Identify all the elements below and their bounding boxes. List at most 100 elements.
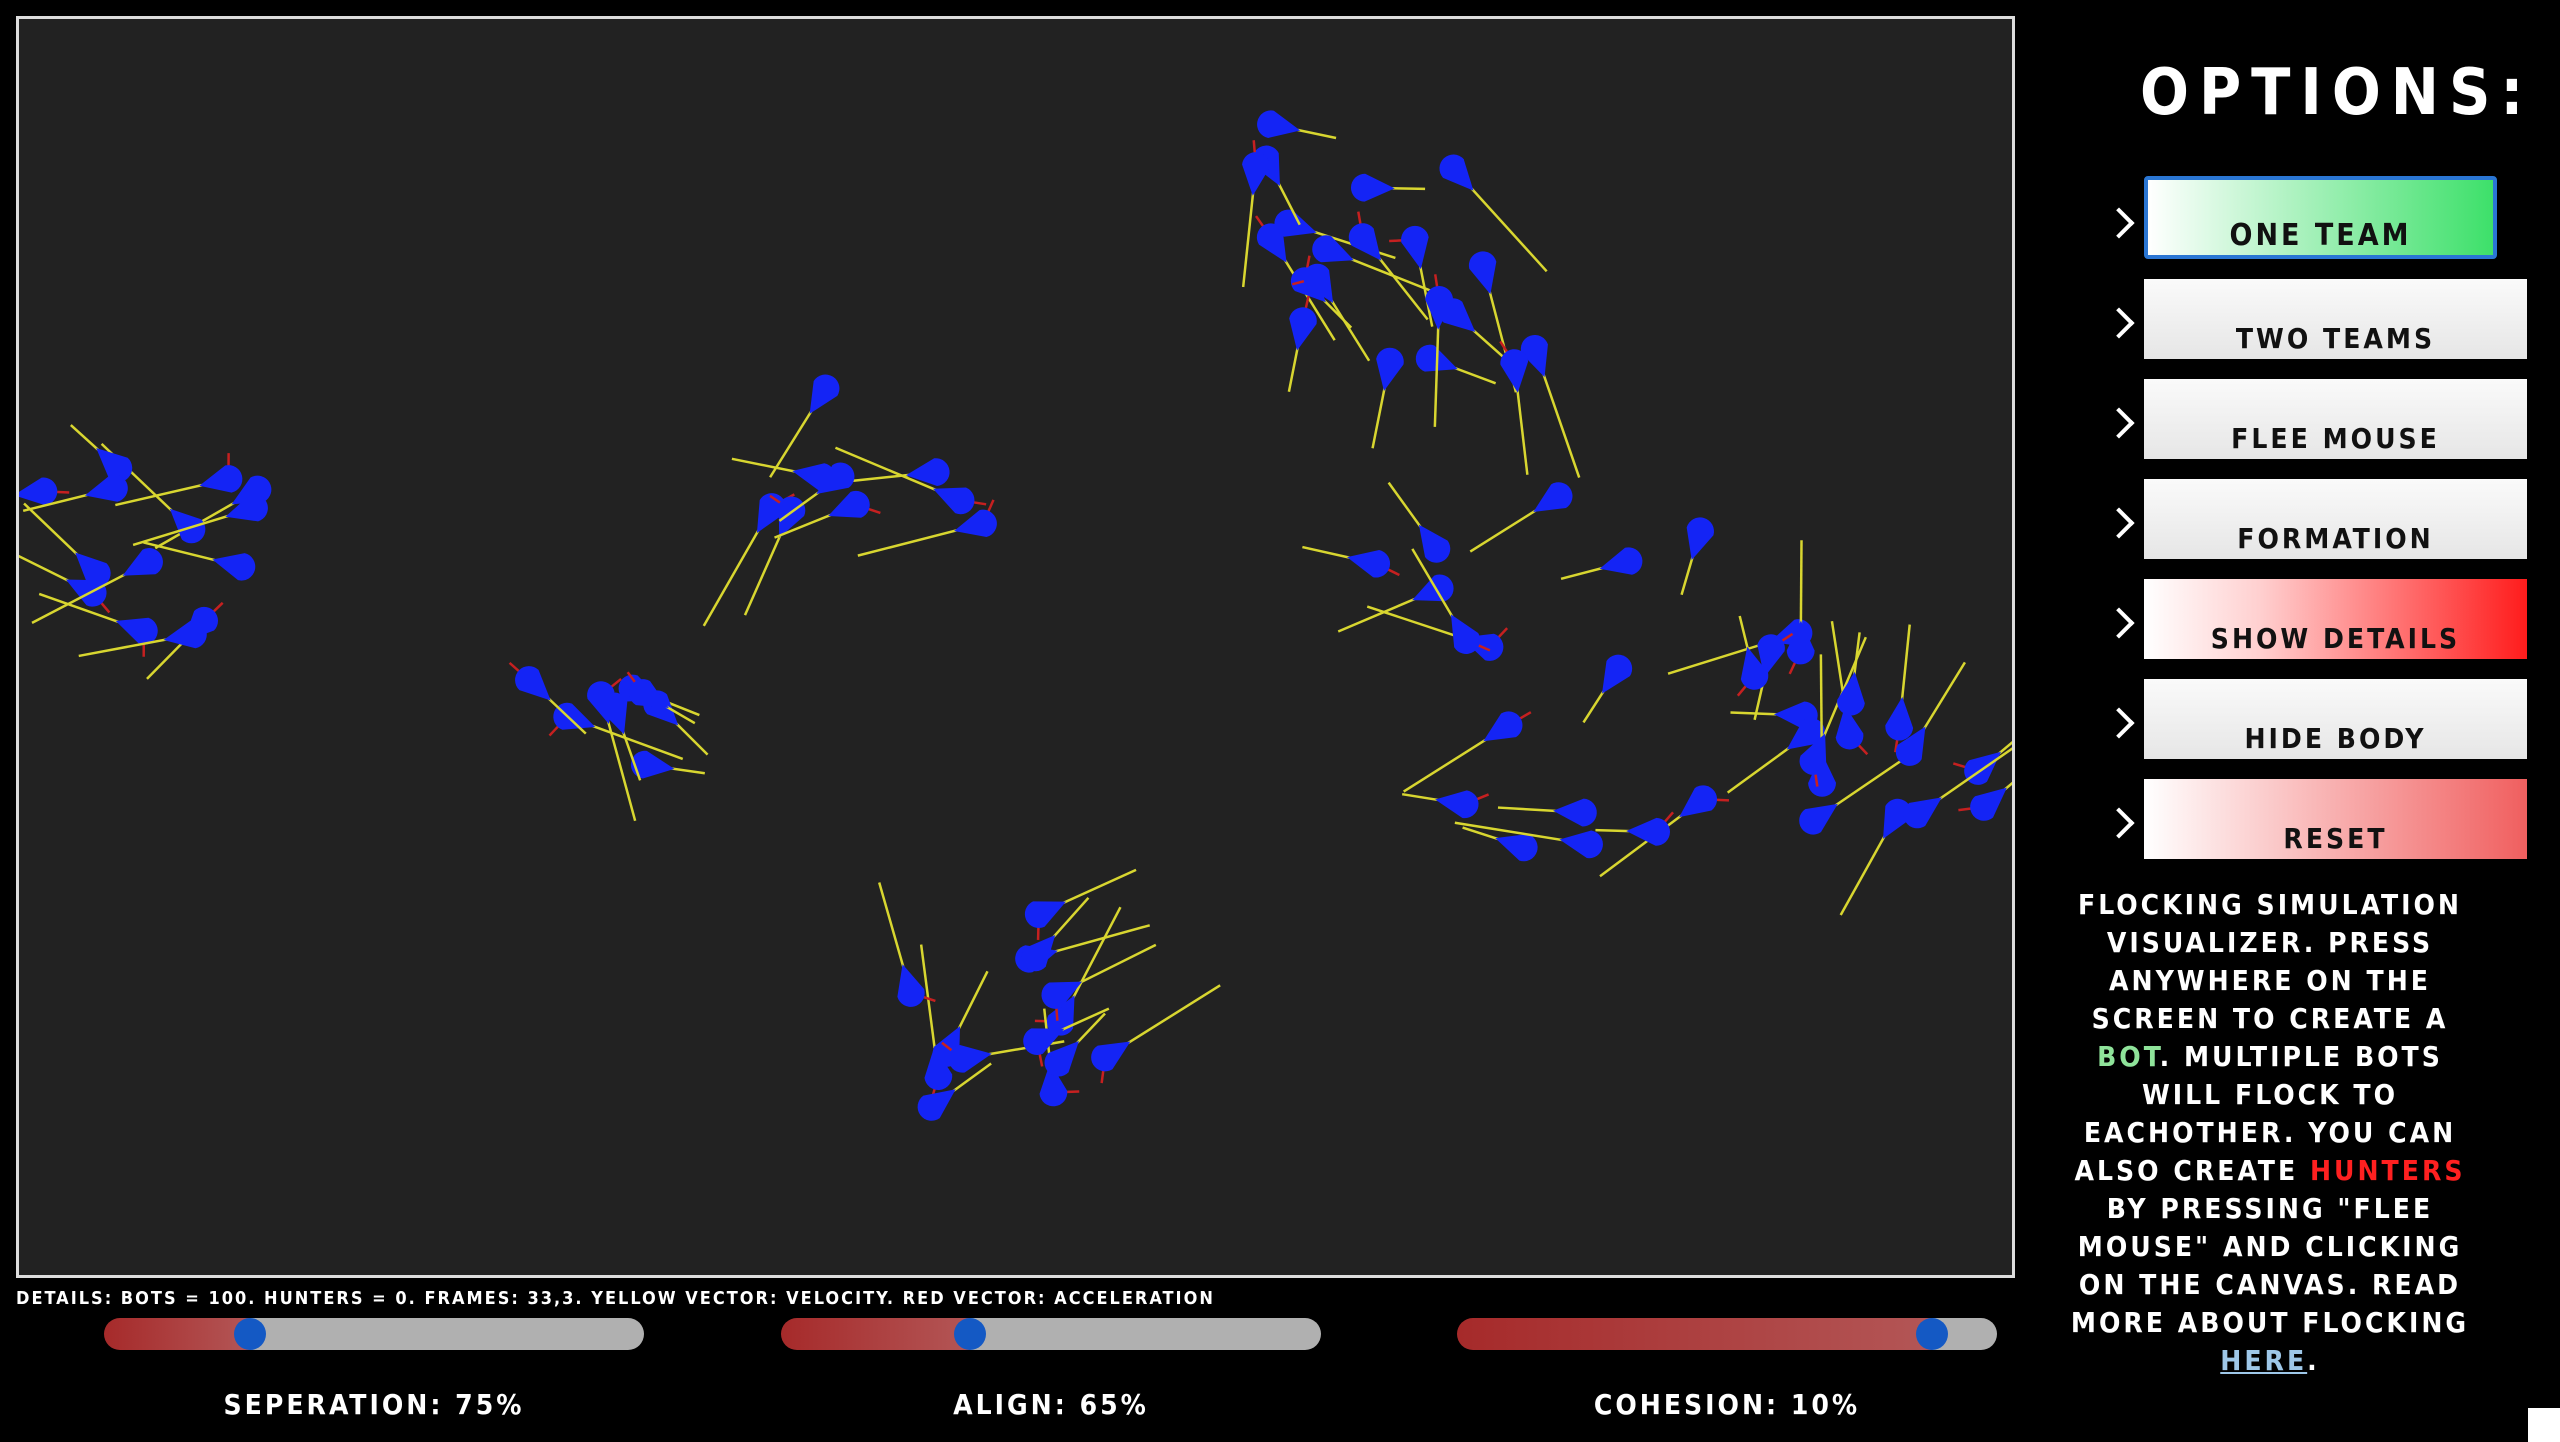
bot [1387, 481, 1451, 563]
bot-body [199, 465, 243, 493]
corner-block [2528, 1408, 2560, 1442]
bot-body [1970, 787, 2007, 821]
bot [115, 453, 243, 507]
bot [769, 374, 840, 478]
bot-body [1257, 110, 1301, 138]
seperation-slider[interactable] [104, 1318, 644, 1350]
two-teams-label: TWO TEAMS [2235, 322, 2436, 355]
bot-body [212, 553, 256, 581]
description-text: FLOCKING SIMULATION VISUALIZER. PRESS AN… [2070, 888, 2470, 1377]
show-details-button[interactable]: SHOW DETAILS [2144, 579, 2527, 659]
align-label: ALIGN: 65% [953, 1388, 1149, 1421]
bot-body [1599, 547, 1643, 575]
bot-highlight: BOT [2097, 1040, 2160, 1073]
cohesion-label: COHESION: 10% [1593, 1388, 1861, 1421]
bot [1337, 574, 1454, 633]
bot [1302, 545, 1400, 578]
two-teams-button[interactable]: TWO TEAMS [2144, 279, 2527, 359]
bot-body [1799, 803, 1838, 835]
hunters-highlight: HUNTERS [2309, 1154, 2466, 1187]
bot-body [1553, 798, 1597, 827]
bot [1469, 482, 1573, 553]
options-title: OPTIONS: [2140, 56, 2534, 130]
bot-body [905, 458, 950, 487]
align-slider[interactable] [781, 1318, 1321, 1350]
bot-body [1885, 696, 1914, 741]
bot [1371, 347, 1404, 449]
flee-mouse-button[interactable]: FLEE MOUSE [2144, 379, 2527, 459]
chevron-right-icon [2103, 707, 2135, 739]
chevron-right-icon [2103, 407, 2135, 439]
bot [1366, 605, 1509, 661]
cohesion-slider-thumb[interactable] [1916, 1318, 1949, 1350]
bot-body [1351, 173, 1395, 202]
bot-body [1376, 347, 1404, 392]
bot [1091, 984, 1221, 1084]
show-details-label: SHOW DETAILS [2210, 622, 2461, 655]
one-team-label: ONE TEAM [2229, 218, 2412, 253]
flee-mouse-label: FLEE MOUSE [2231, 422, 2440, 455]
bot [1351, 173, 1426, 202]
bot [1497, 798, 1597, 827]
chevron-right-icon [2103, 607, 2135, 639]
bot [19, 477, 70, 506]
bot-body [1289, 307, 1317, 351]
bot [1257, 110, 1337, 140]
one-team-button[interactable]: ONE TEAM [2144, 176, 2497, 259]
align-slider-thumb[interactable] [954, 1318, 986, 1350]
chevron-right-icon [2103, 207, 2135, 239]
bot [1499, 340, 1529, 475]
bot [1389, 225, 1434, 327]
bot-body [1347, 550, 1391, 578]
bot [1241, 140, 1270, 288]
bot [1411, 548, 1491, 654]
bot [919, 944, 953, 1102]
formation-label: FORMATION [2237, 522, 2434, 555]
chevron-right-icon [2103, 307, 2135, 339]
bot-body [1435, 790, 1479, 819]
bot [69, 424, 133, 482]
bot-body [1964, 751, 2002, 785]
bot [917, 1062, 992, 1121]
bot-body [1626, 817, 1670, 846]
reset-label: RESET [2283, 822, 2388, 855]
flocking-link[interactable]: HERE [2220, 1344, 2307, 1377]
bot [1034, 906, 1122, 1036]
bot [1786, 540, 1815, 675]
bot-body [1602, 654, 1633, 694]
bot [1560, 547, 1643, 580]
bot-body [828, 490, 870, 518]
bot [1024, 868, 1137, 940]
bot-body [1468, 251, 1497, 295]
seperation-slider-thumb[interactable] [233, 1318, 266, 1350]
bot [1439, 154, 1548, 273]
bot-body [122, 548, 163, 576]
bot-body [1483, 711, 1523, 742]
bot-body [809, 374, 840, 414]
simulation-canvas[interactable] [16, 16, 2015, 1278]
bot [1582, 654, 1633, 724]
formation-button[interactable]: FORMATION [2144, 479, 2527, 559]
bot [1885, 624, 1914, 753]
bot [23, 502, 111, 588]
chevron-right-icon [2103, 507, 2135, 539]
hide-body-label: HIDE BODY [2244, 722, 2427, 755]
bot [1415, 344, 1497, 385]
bot [1287, 295, 1317, 392]
bot-body [1412, 574, 1454, 602]
bot-body [1686, 517, 1714, 561]
reset-button[interactable]: RESET [2144, 779, 2527, 859]
hide-body-button[interactable]: HIDE BODY [2144, 679, 2527, 759]
bot [1595, 811, 1674, 846]
bot [1401, 790, 1490, 819]
bot-body [1303, 263, 1334, 303]
bot-body [1533, 482, 1573, 513]
bot [508, 661, 587, 735]
bot-body [1091, 1041, 1131, 1072]
bots-layer [19, 110, 2012, 1121]
bot-body [897, 964, 925, 1007]
bot-body [1903, 797, 1942, 829]
seperation-label: SEPERATION: 75% [223, 1388, 525, 1421]
bot [857, 499, 997, 557]
bot [1952, 741, 2012, 785]
